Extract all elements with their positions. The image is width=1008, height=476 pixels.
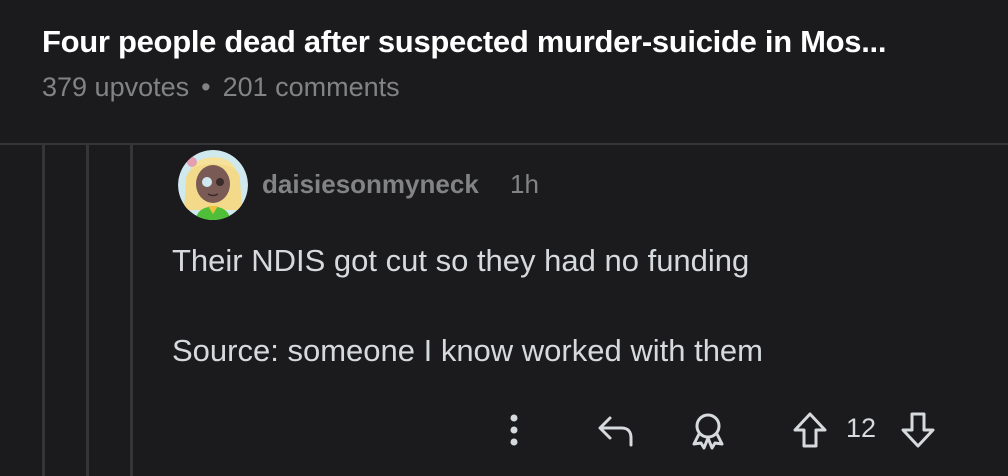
post-header[interactable]: Four people dead after suspected murder-… bbox=[0, 0, 1008, 145]
thread-line[interactable] bbox=[42, 145, 45, 476]
more-vertical-icon[interactable] bbox=[492, 406, 536, 454]
page: Four people dead after suspected murder-… bbox=[0, 0, 1008, 476]
avatar-image bbox=[178, 150, 248, 220]
comment-author[interactable]: daisiesonmyneck bbox=[262, 169, 479, 200]
award-icon[interactable] bbox=[686, 406, 730, 454]
upvote-icon[interactable] bbox=[788, 406, 832, 454]
post-title[interactable]: Four people dead after suspected murder-… bbox=[42, 24, 886, 60]
comment-body-line: Source: someone I know worked with them bbox=[172, 333, 763, 368]
comment-score: 12 bbox=[846, 413, 877, 443]
avatar[interactable] bbox=[178, 150, 248, 220]
comment-time: 1h bbox=[510, 169, 539, 199]
comment-body-line: Their NDIS got cut so they had no fundin… bbox=[172, 243, 750, 278]
comment-count[interactable]: 201 comments bbox=[223, 72, 400, 102]
post-meta: 379 upvotes • 201 comments bbox=[42, 72, 400, 103]
thread-line[interactable] bbox=[86, 145, 89, 476]
upvote-count: 379 upvotes bbox=[42, 72, 190, 102]
meta-separator: • bbox=[201, 72, 211, 102]
reply-icon[interactable] bbox=[594, 406, 638, 454]
downvote-icon[interactable] bbox=[896, 406, 940, 454]
thread-line[interactable] bbox=[130, 145, 133, 476]
